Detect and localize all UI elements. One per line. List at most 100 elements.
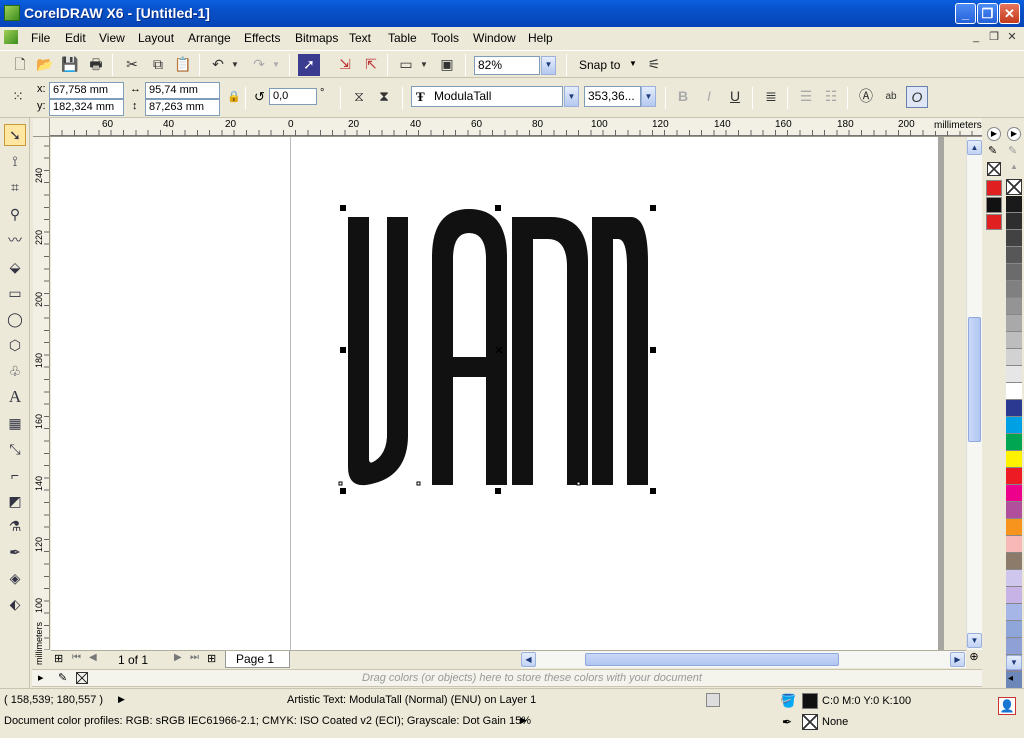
fill-tool-icon[interactable]: ◈ [4,568,26,590]
redo-icon[interactable]: ↷ [248,54,270,76]
palette-swatch[interactable] [1006,400,1022,417]
scroll-left-icon[interactable]: ◀ [521,652,536,667]
paste-icon[interactable]: 📋 [172,54,194,76]
blend-tool-icon[interactable]: ◩ [4,491,26,513]
x-position-input[interactable]: 67,758 mm [49,82,124,99]
vertical-scroll-thumb[interactable] [968,317,981,442]
import-icon[interactable]: ⇲ [334,54,356,76]
menu-help[interactable]: Help [528,31,553,45]
outline-pen-tool-icon[interactable]: ✒ [4,542,26,564]
basic-shapes-tool-icon[interactable]: ♧ [4,361,26,383]
outline-color-swatch[interactable] [802,714,818,730]
bullet-list-icon[interactable]: ☰ [795,86,817,108]
launcher-dropdown-icon[interactable]: ▼ [418,54,430,76]
palette-swatch[interactable] [1006,434,1022,451]
palette-swatch[interactable] [1006,213,1022,230]
menu-bitmaps[interactable]: Bitmaps [295,31,338,45]
palette-swatch[interactable] [1006,417,1022,434]
horizontal-scrollbar[interactable]: ◀ ▶ [521,650,966,668]
document-swatch-red[interactable] [986,180,1002,196]
smart-fill-tool-icon[interactable]: ⬙ [4,257,26,279]
document-swatch-red[interactable] [986,214,1002,230]
page-tab-1[interactable]: Page 1 [225,651,290,668]
add-page-after-icon[interactable]: ⊞ [207,652,216,665]
open-icon[interactable]: 📂 [34,54,56,76]
snap-dropdown-icon[interactable]: ▼ [629,59,637,68]
pick-tool-icon[interactable]: ➘ [4,124,26,146]
doc-close-button[interactable]: ✕ [1004,30,1020,45]
docker-no-color-swatch[interactable] [987,162,1001,176]
palette-no-color-swatch[interactable] [1006,179,1022,195]
palette-swatch[interactable] [1006,587,1022,604]
palette-scroll-up-icon[interactable]: ▲ [1007,162,1021,172]
palette-swatch[interactable] [1006,247,1022,264]
palette-swatch[interactable] [1006,451,1022,468]
palette-swatch[interactable] [1006,536,1022,553]
horizontal-ruler[interactable]: 60 40 20 0 20 40 60 80 100 120 140 160 1… [50,118,982,137]
horizontal-scroll-thumb[interactable] [585,653,839,666]
palette-swatch[interactable] [1006,621,1022,638]
doc-restore-button[interactable]: ❐ [986,30,1002,45]
palette-swatch[interactable] [1006,315,1022,332]
document-color-profiles[interactable]: Document color profiles: RGB: sRGB IEC61… [4,715,531,727]
first-page-icon[interactable]: ⏮ [72,652,81,663]
mirror-vertical-icon[interactable]: ⧗ [373,86,395,108]
text-properties-icon[interactable]: Ⓐ [855,86,877,108]
previous-page-icon[interactable]: ◀ [89,652,97,663]
profiles-flyout-icon[interactable]: ▶ [520,715,527,726]
maximize-button[interactable]: ❐ [977,3,998,24]
palette-swatch[interactable] [1006,519,1022,536]
artistic-text-vann[interactable] [51,137,938,650]
lock-ratio-icon[interactable]: 🔒 [227,90,241,103]
palette-flyout-icon[interactable]: ▶ [1007,127,1021,141]
palette-scroll-down-icon[interactable]: ▼ [1006,655,1022,670]
width-input[interactable]: 95,74 mm [145,82,220,99]
docker-flyout-icon[interactable]: ▶ [987,127,1001,141]
scroll-up-icon[interactable]: ▲ [967,140,982,155]
print-icon[interactable]: 🖶 [85,54,107,76]
mirror-horizontal-icon[interactable]: ⧖ [348,86,370,108]
rotation-angle-input[interactable]: 0,0 [269,88,317,105]
undo-dropdown-icon[interactable]: ▼ [229,54,241,76]
edit-text-icon[interactable]: ab [880,86,902,108]
palette-swatch[interactable] [1006,570,1022,587]
shape-tool-icon[interactable]: ⟟ [4,151,26,173]
document-icon[interactable] [4,30,18,44]
height-input[interactable]: 87,263 mm [145,99,220,116]
palette-eyedropper-icon[interactable]: ✎ [1008,144,1017,157]
underline-icon[interactable]: U [724,86,746,108]
palette-swatch[interactable] [1006,366,1022,383]
zoom-level-input[interactable]: 82% [474,56,540,75]
fill-color-swatch[interactable] [802,693,818,709]
font-size-dropdown-icon[interactable]: ▼ [641,86,656,107]
save-icon[interactable]: 💾 [59,54,81,76]
palette-swatch[interactable] [1006,264,1022,281]
palette-swatch[interactable] [1006,332,1022,349]
palette-swatch[interactable] [1006,638,1022,655]
connector-tool-icon[interactable]: ⌐ [4,465,26,487]
undo-icon[interactable]: ↶ [207,54,229,76]
add-page-before-icon[interactable]: ⊞ [54,652,63,665]
menu-edit[interactable]: Edit [65,31,86,45]
text-tool-icon[interactable]: A [4,386,26,408]
polygon-tool-icon[interactable]: ⬡ [4,335,26,357]
eyedropper-tool-icon[interactable]: ⚗ [4,516,26,538]
scroll-right-icon[interactable]: ▶ [950,652,965,667]
doc-minimize-button[interactable]: _ [968,30,984,45]
document-swatch-black[interactable] [986,197,1002,213]
drawing-canvas[interactable] [51,137,938,650]
next-page-icon[interactable]: ▶ [174,652,182,663]
ellipse-tool-icon[interactable]: ◯ [4,309,26,331]
menu-text[interactable]: Text [349,31,371,45]
outline-pen-icon[interactable]: ✒ [782,715,792,729]
menu-view[interactable]: View [99,31,125,45]
palette-swatch[interactable] [1006,349,1022,366]
snap-to-button[interactable]: Snap to [579,58,620,72]
fill-bucket-icon[interactable]: 🪣 [780,693,796,709]
object-origin-icon[interactable]: ⁙ [7,86,29,108]
y-position-input[interactable]: 182,324 mm [49,99,124,116]
menu-effects[interactable]: Effects [244,31,280,45]
palette-swatch[interactable] [1006,383,1022,400]
application-launcher-icon[interactable]: ▭ [395,54,417,76]
table-tool-icon[interactable]: ▦ [4,413,26,435]
